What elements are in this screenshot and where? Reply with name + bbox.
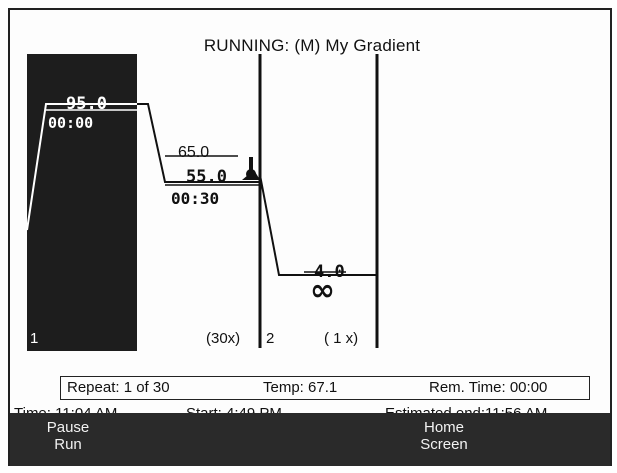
step2-repeat-count: (30x) <box>206 330 241 347</box>
thermometer-icon <box>242 157 260 180</box>
step3-repeat-count: ( 1 x) <box>324 330 359 347</box>
step2-temp[interactable]: 55.0 <box>186 167 227 187</box>
pause-run-label-1: Pause <box>46 419 90 436</box>
step2-gradient-high[interactable]: 65.0 <box>178 144 209 162</box>
home-screen-softkey[interactable]: Home Screen <box>404 419 484 453</box>
pcr-run-screen: RUNNING: (M) My Gradient 95.0 00:00 1 65… <box>8 8 612 466</box>
step2-hold-time[interactable]: 00:30 <box>171 189 219 208</box>
step1-hold-time[interactable]: 00:00 <box>48 114 93 132</box>
home-screen-label-2: Screen <box>420 436 468 453</box>
step1-number: 1 <box>30 330 39 347</box>
pause-run-label-2: Run <box>54 436 82 453</box>
step3-hold-infinite[interactable]: ∞ <box>310 276 335 306</box>
step1-temp[interactable]: 95.0 <box>66 94 107 114</box>
remaining-time: Rem. Time: 00:00 <box>429 379 548 396</box>
step2-number: 2 <box>266 330 275 347</box>
step3-trace <box>259 174 377 276</box>
pause-run-softkey[interactable]: Pause Run <box>38 419 98 453</box>
repeat-status: Repeat: 1 of 30 <box>67 379 170 396</box>
softkey-bar: Pause Run Home Screen <box>10 413 610 466</box>
current-temp: Temp: 67.1 <box>263 379 338 396</box>
run-status-box: Repeat: 1 of 30 Temp: 67.1 Rem. Time: 00… <box>60 376 590 400</box>
home-screen-label-1: Home <box>423 419 464 436</box>
